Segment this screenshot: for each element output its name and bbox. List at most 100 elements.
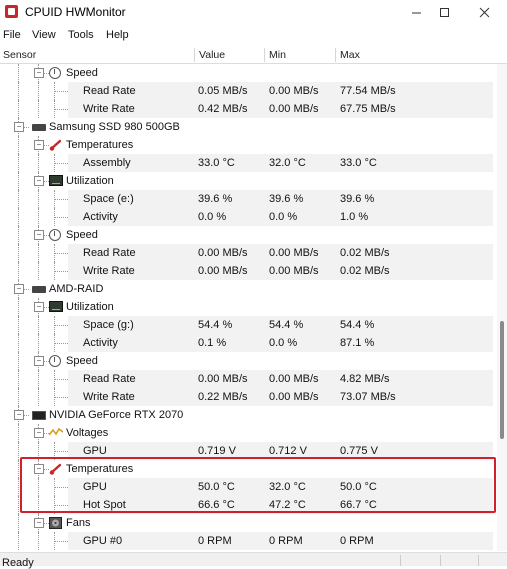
tree-line (18, 136, 19, 154)
tree-line (18, 100, 19, 118)
sensor-value: 0.1 % (198, 337, 227, 349)
collapse-toggle[interactable]: − (34, 302, 44, 312)
sensor-reading-row[interactable]: Space (g:) 54.4 % 54.4 % 54.4 % (0, 316, 497, 334)
sensor-min: 0.00 MB/s (269, 265, 319, 277)
sensor-group-row[interactable]: − Speed (0, 352, 497, 370)
tree-line (38, 532, 39, 550)
collapse-toggle[interactable]: − (34, 356, 44, 366)
column-value[interactable]: Value (199, 49, 225, 61)
tree-line (18, 352, 19, 370)
column-min[interactable]: Min (269, 49, 286, 61)
sensor-min: 0.00 MB/s (269, 103, 319, 115)
sensor-group-row[interactable]: − Utilization (0, 298, 497, 316)
tree-line (54, 325, 68, 326)
tree-line (38, 190, 39, 208)
menu-help[interactable]: Help (106, 29, 129, 41)
speed-icon (49, 355, 61, 367)
sensor-reading-row[interactable]: Read Rate 0.00 MB/s 0.00 MB/s 0.02 MB/s (0, 244, 497, 262)
sensor-group-row[interactable]: − Speed (0, 226, 497, 244)
sensor-max: 33.0 °C (340, 157, 377, 169)
sensor-value: 0.00 MB/s (198, 373, 248, 385)
tree-line (18, 334, 19, 352)
sensor-max: 1.0 % (340, 211, 369, 223)
group-name: Temperatures (66, 139, 134, 151)
speed-icon (49, 67, 61, 79)
sensor-value: 54.4 % (198, 319, 233, 331)
speed-icon (49, 229, 61, 241)
tree-line (18, 244, 19, 262)
tree-line (18, 514, 19, 532)
group-name: Fans (66, 517, 91, 529)
collapse-toggle[interactable]: − (34, 176, 44, 186)
voltage-icon (48, 427, 64, 437)
sensor-group-row[interactable]: − Samsung SSD 980 500GB (0, 118, 497, 136)
collapse-toggle[interactable]: − (34, 518, 44, 528)
sensor-group-row[interactable]: − AMD-RAID (0, 280, 497, 298)
tree-line (18, 154, 19, 172)
sensor-reading-row[interactable]: Read Rate 0.05 MB/s 0.00 MB/s 77.54 MB/s (0, 82, 497, 100)
group-name: NVIDIA GeForce RTX 2070 (49, 409, 184, 421)
sensor-value: 0.05 MB/s (198, 85, 248, 97)
close-button[interactable] (470, 2, 498, 22)
column-divider[interactable] (335, 48, 336, 62)
sensor-reading-row[interactable]: Activity 0.0 % 0.0 % 1.0 % (0, 208, 497, 226)
collapse-toggle[interactable]: − (14, 122, 24, 132)
tree-line (18, 370, 19, 388)
sensor-name: Write Rate (83, 265, 135, 277)
sensor-min: 0.00 MB/s (269, 85, 319, 97)
column-divider[interactable] (194, 48, 195, 62)
collapse-toggle[interactable]: − (34, 230, 44, 240)
tree-line (38, 316, 39, 334)
sensor-reading-row[interactable]: Assembly 33.0 °C 32.0 °C 33.0 °C (0, 154, 497, 172)
maximize-icon (439, 7, 449, 17)
sensor-reading-row[interactable]: GPU #0 0 RPM 0 RPM 0 RPM (0, 532, 497, 550)
sensor-group-row[interactable]: − Fans (0, 514, 497, 532)
sensor-value: 39.6 % (198, 193, 233, 205)
sensor-group-row[interactable]: − Speed (0, 64, 497, 82)
sensor-reading-row[interactable]: Write Rate 0.42 MB/s 0.00 MB/s 67.75 MB/s (0, 100, 497, 118)
column-divider[interactable] (264, 48, 265, 62)
sensor-reading-row[interactable]: Write Rate 0.22 MB/s 0.00 MB/s 73.07 MB/s (0, 388, 497, 406)
tree-line (18, 442, 19, 460)
group-name: Speed (66, 67, 98, 79)
tree-line (54, 163, 68, 164)
collapse-toggle[interactable]: − (14, 410, 24, 420)
close-icon (479, 7, 489, 17)
scrollbar-thumb[interactable] (500, 321, 504, 439)
sensor-reading-row[interactable]: Write Rate 0.00 MB/s 0.00 MB/s 0.02 MB/s (0, 262, 497, 280)
menu-view[interactable]: View (32, 29, 56, 41)
minimize-button[interactable] (402, 2, 430, 22)
group-name: Utilization (66, 301, 114, 313)
tree-line (18, 460, 19, 478)
sensor-name: Write Rate (83, 391, 135, 403)
status-text: Ready (2, 557, 34, 569)
tree-line (54, 379, 68, 380)
sensor-group-row[interactable]: − Utilization (0, 172, 497, 190)
column-sensor[interactable]: Sensor (3, 49, 36, 61)
sensor-max: 0.02 MB/s (340, 247, 390, 259)
sensor-reading-row[interactable]: Read Rate 0.00 MB/s 0.00 MB/s 4.82 MB/s (0, 370, 497, 388)
column-max[interactable]: Max (340, 49, 360, 61)
sensor-group-row[interactable]: − Voltages (0, 424, 497, 442)
sensor-reading-row[interactable]: Activity 0.1 % 0.0 % 87.1 % (0, 334, 497, 352)
maximize-button[interactable] (430, 2, 458, 22)
sensor-max: 87.1 % (340, 337, 375, 349)
sensor-max: 39.6 % (340, 193, 375, 205)
vertical-scrollbar[interactable] (497, 64, 507, 551)
minimize-icon (411, 12, 421, 13)
tree-line (38, 100, 39, 118)
sensor-reading-row[interactable]: Space (e:) 39.6 % 39.6 % 39.6 % (0, 190, 497, 208)
collapse-toggle[interactable]: − (34, 140, 44, 150)
collapse-toggle[interactable]: − (34, 68, 44, 78)
tree-line (54, 109, 68, 110)
tree-line (38, 82, 39, 100)
sensor-group-row[interactable]: − Temperatures (0, 136, 497, 154)
group-name: Samsung SSD 980 500GB (49, 121, 180, 133)
menu-tools[interactable]: Tools (68, 29, 94, 41)
sensor-value: 0.42 MB/s (198, 103, 248, 115)
tree-line (38, 244, 39, 262)
collapse-toggle[interactable]: − (14, 284, 24, 294)
sensor-group-row[interactable]: − NVIDIA GeForce RTX 2070 (0, 406, 497, 424)
menu-file[interactable]: File (3, 29, 21, 41)
collapse-toggle[interactable]: − (34, 428, 44, 438)
